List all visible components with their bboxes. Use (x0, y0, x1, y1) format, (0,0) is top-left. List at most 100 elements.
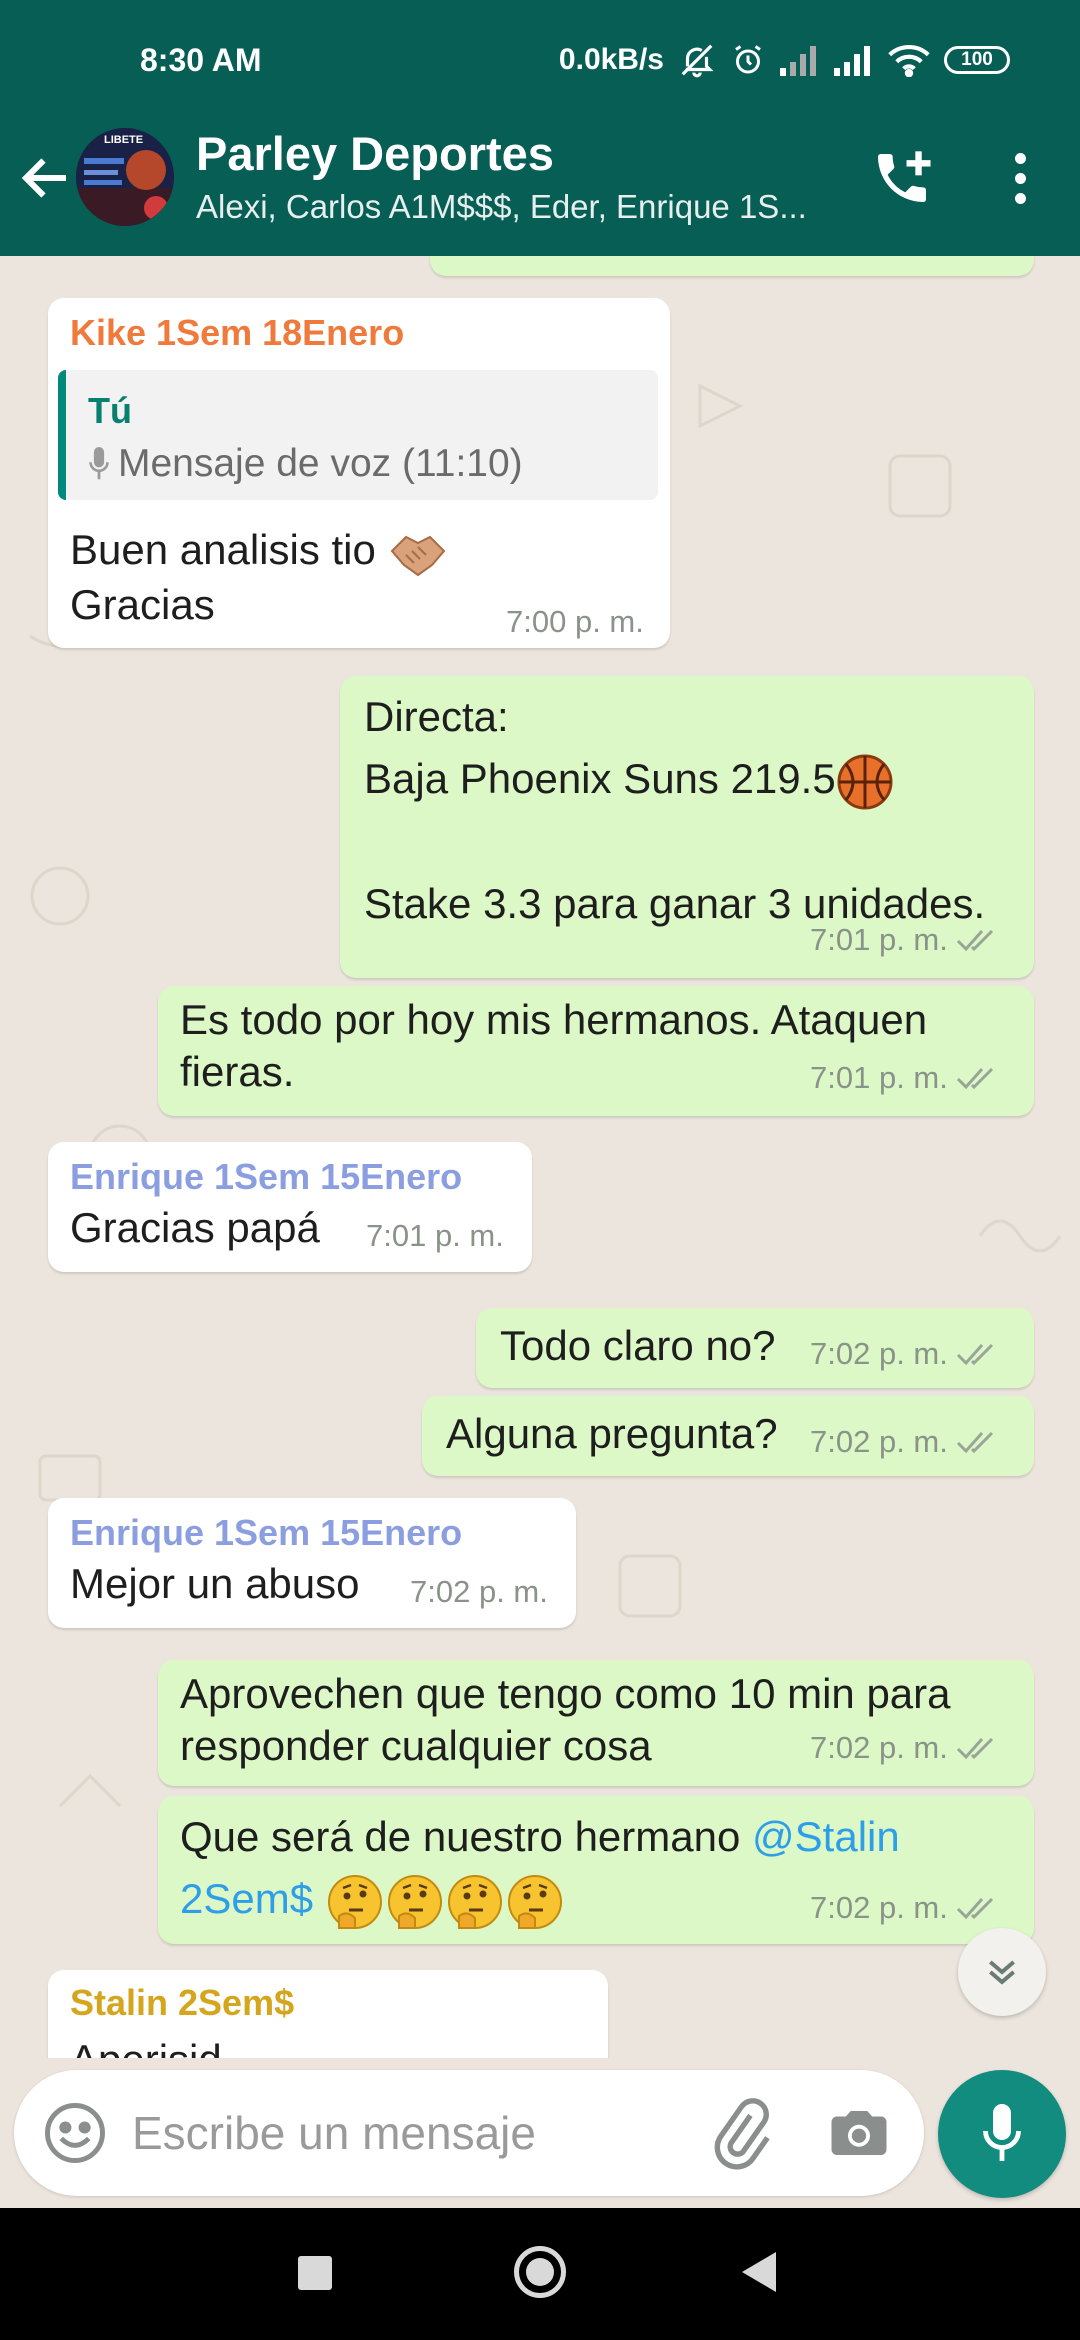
message-time: 7:02 p. m. (810, 1336, 948, 1371)
thinking-face-icon (447, 1874, 502, 1929)
message-bubble[interactable]: Enrique 1Sem 15Enero Gracias papá 7:01 p… (48, 1142, 532, 1272)
message-bubble[interactable]: Alguna pregunta? 7:02 p. m. (422, 1396, 1034, 1476)
overflow-menu-icon[interactable] (995, 146, 1045, 210)
sender-name[interactable]: Kike 1Sem 18Enero (70, 312, 404, 354)
message-time: 7:02 p. m. (810, 1424, 948, 1459)
message-text: Directa: Baja Phoenix Suns 219.5 Stake 3… (364, 686, 985, 935)
message-text: Gracias papá (70, 1204, 320, 1251)
mic-icon (983, 2104, 1021, 2161)
message-line: Aprovechen que tengo como 10 min para (180, 1670, 951, 1717)
mic-icon (89, 447, 109, 480)
message-line: Directa: (364, 693, 509, 740)
double-chevron-down-icon (989, 1960, 1015, 1985)
chat-title[interactable]: Parley Deportes (196, 126, 554, 181)
chat-header: LIBETE Parley Deportes Alexi, Carlos A1M… (0, 100, 1080, 256)
quoted-text-row: Mensaje de voz (11:10) (88, 442, 523, 486)
message-meta: 7:02 p. m. (810, 1730, 1000, 1766)
quoted-author: Tú (88, 390, 132, 431)
message-bubble[interactable]: Aprovechen que tengo como 10 min para re… (158, 1660, 1034, 1786)
quote-accent-bar (58, 370, 66, 500)
group-avatar[interactable]: LIBETE (76, 128, 174, 226)
message-bubble[interactable]: Todo claro no? 7:02 p. m. (476, 1308, 1034, 1388)
wifi-icon (888, 44, 930, 77)
message-time: 7:01 p. m. (810, 1060, 948, 1095)
emoji-icon[interactable] (42, 2100, 108, 2166)
attach-icon[interactable] (704, 2098, 776, 2170)
message-line: Que será de nuestro hermano (180, 1813, 753, 1860)
sender-name[interactable]: Enrique 1Sem 15Enero (70, 1512, 462, 1554)
signal-icon-2 (834, 46, 870, 76)
message-meta: 7:02 p. m. (810, 1424, 1000, 1460)
message-line: fieras. (180, 1048, 295, 1095)
message-bubble[interactable]: Que será de nuestro hermano @Stalin 2Sem… (158, 1796, 1034, 1944)
message-bubble-partial[interactable] (430, 256, 1034, 276)
mention-link[interactable]: 2Sem$ (180, 1875, 313, 1922)
double-check-icon (956, 1431, 993, 1454)
message-text: Mejor un abuso (70, 1560, 360, 1607)
double-check-icon (956, 1067, 993, 1090)
thinking-face-icon (507, 1874, 562, 1929)
message-time: 7:01 p. m. (366, 1218, 504, 1253)
message-time: 7:01 p. m. (810, 922, 948, 957)
add-call-icon[interactable] (870, 146, 934, 210)
message-text: Que será de nuestro hermano @Stalin 2Sem… (180, 1806, 900, 1932)
thinking-face-icon (327, 1874, 382, 1929)
message-meta: 7:01 p. m. (810, 1060, 1000, 1096)
message-line: Stake 3.3 para ganar 3 unidades. (364, 879, 986, 927)
back-button[interactable] (742, 2252, 776, 2292)
message-composer (0, 2058, 1080, 2208)
double-check-icon (956, 1897, 993, 1920)
basketball-emoji (837, 754, 893, 810)
message-time: 7:02 p. m. (810, 1890, 948, 1925)
message-line: responder cualquier cosa (180, 1722, 652, 1769)
handshake-emoji (390, 535, 445, 577)
status-bar: 8:30 AM 0.0kB/s 100 (0, 0, 1080, 100)
recent-apps-button[interactable] (298, 2256, 332, 2290)
sender-name[interactable]: Stalin 2Sem$ (70, 1982, 294, 2024)
double-check-icon (956, 929, 993, 952)
scroll-to-bottom-button[interactable] (958, 1928, 1046, 2016)
thinking-face-icon (387, 1874, 442, 1929)
message-time: 7:02 p. m. (810, 1730, 948, 1765)
message-text: Todo claro no? (500, 1322, 776, 1369)
chat-area[interactable]: Kike 1Sem 18Enero Tú Mensaje de voz (11:… (0, 256, 1080, 2208)
message-text: Buen analisis tio Gracias (70, 524, 448, 631)
message-time: 7:02 p. m. (410, 1574, 548, 1609)
status-time: 8:30 AM (140, 42, 262, 78)
back-arrow-icon[interactable] (16, 148, 76, 208)
signal-icon-1 (780, 46, 816, 76)
message-meta: 7:01 p. m. (810, 922, 1000, 958)
quoted-message[interactable]: Tú Mensaje de voz (11:10) (58, 370, 658, 500)
message-bubble[interactable]: Es todo por hoy mis hermanos. Ataquen fi… (158, 986, 1034, 1116)
mention-link[interactable]: @Stalin (752, 1813, 900, 1860)
message-time: 7:00 p. m. (506, 604, 644, 639)
message-bubble[interactable]: Enrique 1Sem 15Enero Mejor un abuso 7:02… (48, 1498, 576, 1628)
message-input[interactable] (132, 2100, 692, 2166)
mute-icon (681, 44, 714, 78)
battery-icon: 100 (944, 46, 1010, 74)
thinking-emoji-group (325, 1874, 565, 1929)
message-line: Es todo por hoy mis hermanos. Ataquen (180, 996, 928, 1043)
message-meta: 7:02 p. m. (810, 1336, 1000, 1372)
camera-icon[interactable] (826, 2100, 892, 2166)
double-check-icon (956, 1737, 993, 1760)
home-button[interactable] (514, 2246, 566, 2298)
voice-record-button[interactable] (938, 2070, 1066, 2198)
avatar-text: LIBETE (104, 134, 144, 146)
message-line: Buen analisis tio (70, 526, 376, 573)
double-check-icon (956, 1343, 993, 1366)
message-text: Alguna pregunta? (446, 1410, 778, 1457)
alarm-icon (735, 45, 761, 74)
sender-name[interactable]: Enrique 1Sem 15Enero (70, 1156, 462, 1198)
quoted-text: Mensaje de voz (11:10) (118, 442, 523, 485)
message-bubble[interactable]: Kike 1Sem 18Enero Tú Mensaje de voz (11:… (48, 298, 670, 648)
input-pill (14, 2070, 924, 2196)
chat-members[interactable]: Alexi, Carlos A1M$$$, Eder, Enrique 1S..… (196, 188, 836, 226)
message-line: Gracias (70, 580, 215, 628)
message-line: Baja Phoenix Suns 219.5 (364, 755, 836, 802)
system-nav-bar (0, 2208, 1080, 2340)
net-speed: 0.0kB/s (558, 43, 664, 76)
message-meta: 7:02 p. m. (810, 1890, 1000, 1926)
status-icons: 0.0kB/s 100 (559, 40, 1010, 80)
message-bubble[interactable]: Directa: Baja Phoenix Suns 219.5 Stake 3… (340, 676, 1034, 978)
